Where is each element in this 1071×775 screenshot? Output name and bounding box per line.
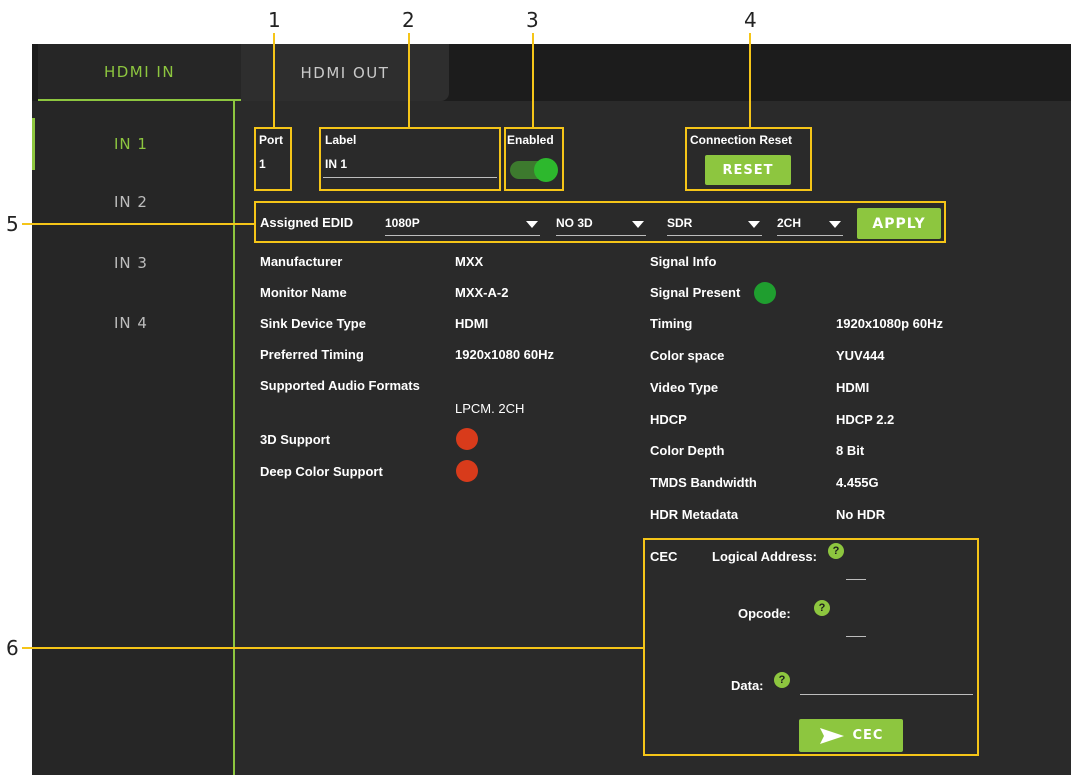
edid-resolution-value: 1080P xyxy=(385,216,420,230)
label-field-label: Label xyxy=(325,133,357,147)
edid-audio-select[interactable]: 2CH xyxy=(777,212,843,236)
assigned-edid-label: Assigned EDID xyxy=(260,215,354,230)
logical-address-input[interactable] xyxy=(846,579,866,580)
toggle-knob xyxy=(534,158,558,182)
help-icon[interactable]: ? xyxy=(814,600,830,616)
edid-audio-value: 2CH xyxy=(777,216,802,230)
port-label: Port xyxy=(259,133,283,147)
callout-2: 2 xyxy=(402,8,415,32)
hdcp-value: HDCP 2.2 xyxy=(836,412,895,427)
deep-color-label: Deep Color Support xyxy=(260,464,383,479)
opcode-input[interactable] xyxy=(846,636,866,637)
callout-leader-4 xyxy=(749,33,751,127)
chevron-down-icon xyxy=(829,221,841,228)
callout-leader-2 xyxy=(408,33,410,127)
sink-type-value: HDMI xyxy=(455,316,489,331)
reset-button[interactable]: RESET xyxy=(705,155,791,185)
sidebar-item-in-2[interactable]: IN 2 xyxy=(32,176,233,228)
color-depth-label: Color Depth xyxy=(650,443,725,458)
callout-leader-5 xyxy=(22,223,254,225)
manufacturer-value: MXX xyxy=(455,254,484,269)
tab-hdmi-in[interactable]: HDMI IN xyxy=(38,44,241,101)
hdr-metadata-value: No HDR xyxy=(836,507,886,522)
app-window: HDMI IN HDMI OUT IN 1 IN 2 IN 3 IN 4 xyxy=(32,44,1071,775)
edid-range-select[interactable]: SDR xyxy=(667,212,762,236)
label-field-underline xyxy=(323,177,497,178)
enabled-label: Enabled xyxy=(507,133,554,147)
help-icon[interactable]: ? xyxy=(774,672,790,688)
3d-support-label: 3D Support xyxy=(260,432,331,447)
deep-color-status-dot xyxy=(456,460,478,482)
preferred-timing-label: Preferred Timing xyxy=(260,347,364,362)
audio-formats-label: Supported Audio Formats xyxy=(260,378,420,393)
apply-button[interactable]: APPLY xyxy=(857,208,941,239)
callout-4: 4 xyxy=(744,8,757,32)
sidebar-item-in-3[interactable]: IN 3 xyxy=(32,237,233,289)
callout-leader-3 xyxy=(532,33,534,127)
callout-6: 6 xyxy=(6,636,19,660)
cec-title: CEC xyxy=(650,549,678,564)
data-input[interactable] xyxy=(800,694,973,695)
signal-present-label: Signal Present xyxy=(650,285,741,300)
label-field-input[interactable]: IN 1 xyxy=(325,157,347,171)
edid-resolution-select[interactable]: 1080P xyxy=(385,212,540,236)
color-space-value: YUV444 xyxy=(836,348,885,363)
color-space-label: Color space xyxy=(650,348,725,363)
monitor-name-value: MXX-A-2 xyxy=(455,285,509,300)
chevron-down-icon xyxy=(526,221,538,228)
signal-present-status-dot xyxy=(754,282,776,304)
manufacturer-label: Manufacturer xyxy=(260,254,343,269)
connection-reset-label: Connection Reset xyxy=(690,133,793,147)
send-cec-label: CEC xyxy=(852,728,884,743)
chevron-down-icon xyxy=(632,221,644,228)
callout-leader-1 xyxy=(273,33,275,127)
callout-leader-6 xyxy=(22,647,643,649)
signal-info-title: Signal Info xyxy=(650,254,717,269)
callout-1: 1 xyxy=(268,8,281,32)
callout-3: 3 xyxy=(526,8,539,32)
edid-3d-select[interactable]: NO 3D xyxy=(556,212,646,236)
data-label: Data: xyxy=(731,678,764,693)
hdcp-label: HDCP xyxy=(650,412,687,427)
video-type-value: HDMI xyxy=(836,380,870,395)
video-type-label: Video Type xyxy=(650,380,719,395)
chevron-down-icon xyxy=(748,221,760,228)
audio-formats-value: LPCM. 2CH xyxy=(455,401,525,416)
sidebar-item-in-4[interactable]: IN 4 xyxy=(32,297,233,349)
monitor-name-label: Monitor Name xyxy=(260,285,347,300)
help-icon[interactable]: ? xyxy=(828,543,844,559)
send-icon xyxy=(819,727,844,744)
tmds-value: 4.455G xyxy=(836,475,879,490)
preferred-timing-value: 1920x1080 60Hz xyxy=(455,347,555,362)
edid-3d-value: NO 3D xyxy=(556,216,593,230)
timing-value: 1920x1080p 60Hz xyxy=(836,316,943,331)
sidebar-item-in-1[interactable]: IN 1 xyxy=(32,118,233,170)
logical-address-label: Logical Address: xyxy=(712,549,817,564)
3d-support-status-dot xyxy=(456,428,478,450)
edid-range-value: SDR xyxy=(667,216,693,230)
port-value: 1 xyxy=(259,157,266,171)
timing-label: Timing xyxy=(650,316,693,331)
sink-type-label: Sink Device Type xyxy=(260,316,366,331)
hdr-metadata-label: HDR Metadata xyxy=(650,507,739,522)
callout-5: 5 xyxy=(6,212,19,236)
opcode-label: Opcode: xyxy=(738,606,791,621)
tmds-label: TMDS Bandwidth xyxy=(650,475,757,490)
sidebar: IN 1 IN 2 IN 3 IN 4 xyxy=(32,101,235,775)
enabled-toggle[interactable] xyxy=(510,158,558,182)
send-cec-button[interactable]: CEC xyxy=(799,719,903,752)
color-depth-value: 8 Bit xyxy=(836,443,865,458)
tab-bar: HDMI IN HDMI OUT xyxy=(32,44,1071,101)
